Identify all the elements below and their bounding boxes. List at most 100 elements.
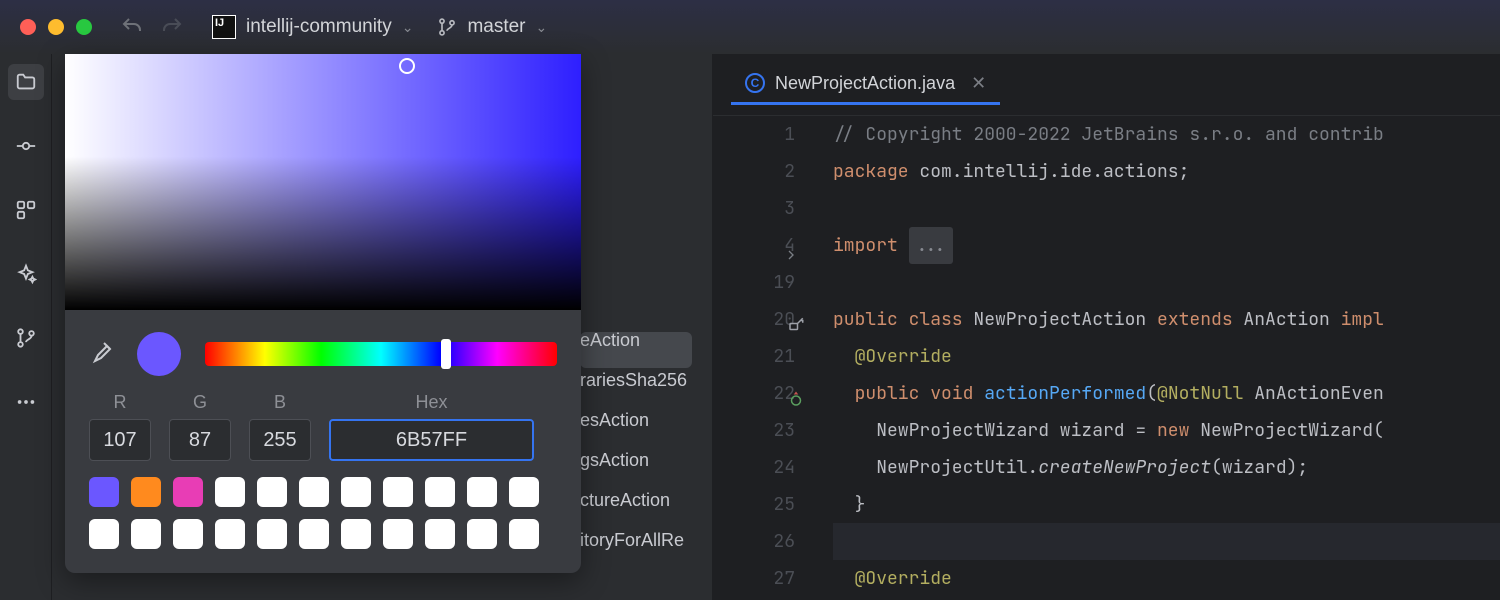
b-input[interactable] <box>249 419 311 461</box>
color-swatch[interactable] <box>89 519 119 549</box>
color-swatch[interactable] <box>215 477 245 507</box>
code-line[interactable]: package com.intellij.ide.actions; <box>833 153 1500 190</box>
color-swatch[interactable] <box>215 519 245 549</box>
ai-tool-icon[interactable] <box>8 256 44 292</box>
list-item[interactable]: eAction <box>580 320 687 360</box>
intellij-logo-icon: IJ <box>212 15 236 39</box>
line-number: 23 <box>713 412 795 449</box>
commit-tool-icon[interactable] <box>8 128 44 164</box>
r-label: R <box>114 392 127 413</box>
color-swatch[interactable] <box>467 519 497 549</box>
override-gutter-icon[interactable] <box>785 384 805 404</box>
code-line[interactable]: @Override <box>833 338 1500 375</box>
hex-label: Hex <box>415 392 447 413</box>
code-line[interactable]: import ... <box>833 227 1500 264</box>
color-swatch[interactable] <box>299 477 329 507</box>
color-swatch[interactable] <box>173 477 203 507</box>
branch-selector[interactable]: master ⌄ <box>437 16 547 38</box>
hue-slider[interactable] <box>205 342 557 366</box>
close-window-button[interactable] <box>20 19 36 35</box>
line-number: 3 <box>713 190 795 227</box>
fold-arrow-icon[interactable] <box>779 239 799 259</box>
color-swatch[interactable] <box>383 519 413 549</box>
sv-cursor[interactable] <box>399 58 415 74</box>
titlebar: IJ intellij-community ⌄ master ⌄ <box>0 0 1500 54</box>
color-swatch[interactable] <box>467 477 497 507</box>
tab-filename: NewProjectAction.java <box>775 73 955 94</box>
git-branch-icon <box>437 17 457 37</box>
project-tool-icon[interactable] <box>8 64 44 100</box>
hex-input[interactable] <box>329 419 534 461</box>
list-item[interactable]: ctureAction <box>580 480 687 520</box>
list-item[interactable]: gsAction <box>580 440 687 480</box>
color-swatch[interactable] <box>257 519 287 549</box>
code-line[interactable]: // Copyright 2000-2022 JetBrains s.r.o. … <box>833 116 1500 153</box>
color-swatch[interactable] <box>173 519 203 549</box>
minimize-window-button[interactable] <box>48 19 64 35</box>
code-line[interactable]: NewProjectUtil.createNewProject(wizard); <box>833 449 1500 486</box>
color-swatch[interactable] <box>509 519 539 549</box>
color-swatch[interactable] <box>257 477 287 507</box>
gutter: 1234192021222324252627 <box>713 116 833 600</box>
class-list-fragment: eActionrariesSha256esActiongsActioncture… <box>580 320 687 560</box>
color-swatch[interactable] <box>509 477 539 507</box>
line-number: 22 <box>713 375 795 412</box>
color-swatch[interactable] <box>131 477 161 507</box>
line-number: 24 <box>713 449 795 486</box>
code-line[interactable]: } <box>833 486 1500 523</box>
line-number: 2 <box>713 153 795 190</box>
list-item[interactable]: rariesSha256 <box>580 360 687 400</box>
g-input[interactable] <box>169 419 231 461</box>
implements-gutter-icon[interactable] <box>785 310 805 330</box>
swatches-grid <box>65 477 581 573</box>
line-number: 19 <box>713 264 795 301</box>
tool-window-bar <box>0 54 52 600</box>
list-item[interactable]: esAction <box>580 400 687 440</box>
code-line[interactable]: public class NewProjectAction extends An… <box>833 301 1500 338</box>
code-line[interactable] <box>833 523 1500 560</box>
g-label: G <box>193 392 207 413</box>
chevron-down-icon: ⌄ <box>536 19 548 36</box>
current-color-swatch <box>137 332 181 376</box>
redo-button[interactable] <box>160 15 184 39</box>
vcs-tool-icon[interactable] <box>8 320 44 356</box>
line-number: 27 <box>713 560 795 597</box>
list-item[interactable]: itoryForAllRe <box>580 520 687 560</box>
code-line[interactable] <box>833 264 1500 301</box>
close-tab-icon[interactable]: ✕ <box>971 73 986 94</box>
color-swatch[interactable] <box>383 477 413 507</box>
code-line[interactable] <box>833 190 1500 227</box>
chevron-down-icon: ⌄ <box>402 19 414 36</box>
color-swatch[interactable] <box>89 477 119 507</box>
saturation-value-area[interactable] <box>65 54 581 310</box>
code-editor[interactable]: 1234192021222324252627 // Copyright 2000… <box>713 116 1500 600</box>
line-number: 21 <box>713 338 795 375</box>
more-tool-icon[interactable] <box>8 384 44 420</box>
color-picker-popup: R G B Hex <box>65 54 581 573</box>
hue-thumb[interactable] <box>441 339 451 369</box>
editor-tab[interactable]: C NewProjectAction.java ✕ <box>731 65 1000 105</box>
color-swatch[interactable] <box>425 519 455 549</box>
color-swatch[interactable] <box>341 519 371 549</box>
project-name-label: intellij-community <box>246 16 392 38</box>
editor-pane: C NewProjectAction.java ✕ 12341920212223… <box>712 54 1500 600</box>
code-line[interactable]: public void actionPerformed(@NotNull AnA… <box>833 375 1500 412</box>
b-label: B <box>274 392 286 413</box>
line-number: 25 <box>713 486 795 523</box>
line-number: 1 <box>713 116 795 153</box>
undo-button[interactable] <box>120 15 144 39</box>
color-swatch[interactable] <box>131 519 161 549</box>
code-line[interactable]: NewProjectWizard wizard = new NewProject… <box>833 412 1500 449</box>
color-swatch[interactable] <box>341 477 371 507</box>
color-swatch[interactable] <box>299 519 329 549</box>
code-area[interactable]: // Copyright 2000-2022 JetBrains s.r.o. … <box>833 116 1500 600</box>
eyedropper-button[interactable] <box>89 340 113 369</box>
maximize-window-button[interactable] <box>76 19 92 35</box>
code-line[interactable]: @Override <box>833 560 1500 597</box>
color-swatch[interactable] <box>425 477 455 507</box>
r-input[interactable] <box>89 419 151 461</box>
structure-tool-icon[interactable] <box>8 192 44 228</box>
window-controls <box>20 19 92 35</box>
project-selector[interactable]: IJ intellij-community ⌄ <box>212 15 413 39</box>
branch-name-label: master <box>467 16 525 38</box>
